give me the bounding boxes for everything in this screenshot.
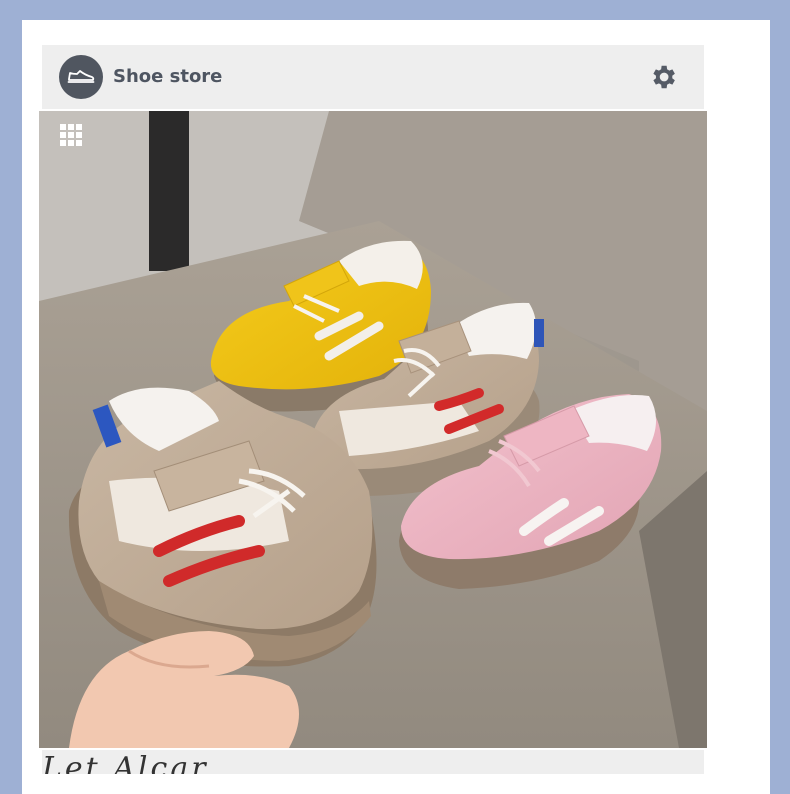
footer-partial-text: Let Alcar bbox=[42, 751, 209, 775]
photo-scene bbox=[39, 111, 707, 748]
app-title: Shoe store bbox=[113, 66, 223, 87]
grid-icon[interactable] bbox=[59, 123, 83, 147]
footer-strip: Let Alcar bbox=[42, 750, 704, 774]
gear-icon[interactable] bbox=[648, 62, 678, 92]
product-photo[interactable] bbox=[39, 111, 707, 748]
app-header: Shoe store bbox=[42, 45, 704, 109]
sneaker-icon[interactable] bbox=[59, 55, 103, 99]
